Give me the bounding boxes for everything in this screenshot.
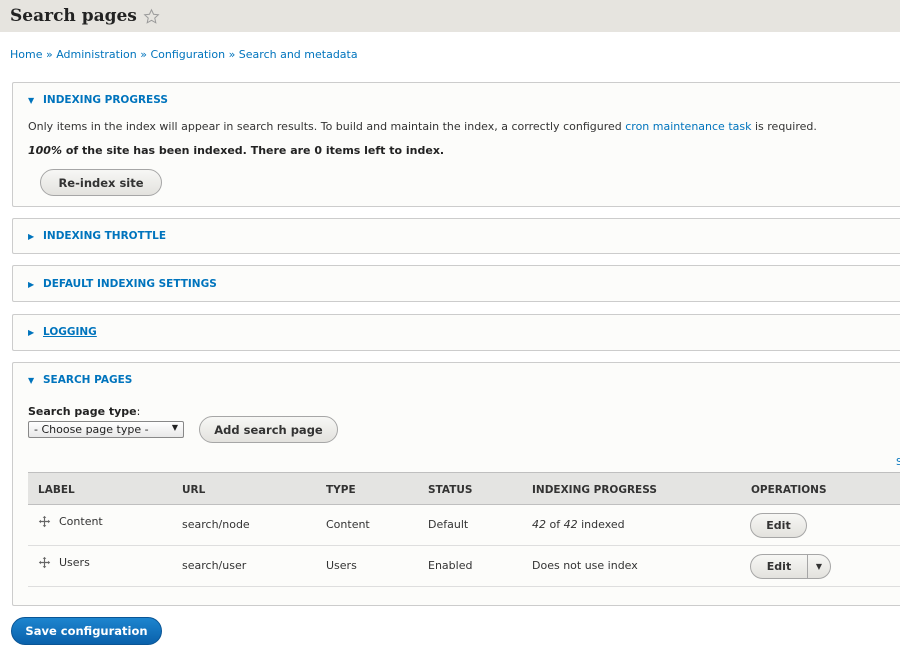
indexing-status: 100% of the site has been indexed. There… bbox=[28, 144, 444, 157]
row-url-link[interactable]: search/user bbox=[182, 559, 246, 572]
description-text: Only items in the index will appear in s… bbox=[28, 120, 626, 133]
indexing-progress-panel: ▼ INDEXING PROGRESS Only items in the in… bbox=[12, 82, 900, 207]
default-indexing-settings-toggle[interactable]: ▶ DEFAULT INDEXING SETTINGS bbox=[28, 278, 217, 290]
total-count: 42 bbox=[563, 518, 578, 531]
progress-suffix: indexed bbox=[577, 518, 625, 531]
edit-button[interactable]: Edit bbox=[751, 555, 808, 578]
column-label: LABEL bbox=[38, 484, 75, 496]
row-label-text: Content bbox=[59, 515, 103, 528]
breadcrumb-home[interactable]: Home bbox=[10, 48, 42, 61]
label-colon: : bbox=[136, 405, 141, 418]
show-row-weights-link[interactable]: S bbox=[896, 457, 900, 468]
indexed-status-text: of the site has been indexed. There are … bbox=[61, 144, 445, 157]
chevron-down-icon: ▼ bbox=[171, 423, 178, 432]
add-search-page-button[interactable]: Add search page bbox=[199, 416, 338, 443]
column-indexing-progress: INDEXING PROGRESS bbox=[532, 484, 657, 496]
search-pages-panel: ▼ SEARCH PAGES Search page type: - Choos… bbox=[12, 362, 900, 606]
indexing-progress-toggle[interactable]: ▼ INDEXING PROGRESS bbox=[28, 94, 168, 106]
page-title: Search pages bbox=[10, 6, 137, 26]
breadcrumb-administration[interactable]: Administration bbox=[56, 48, 137, 61]
column-status: STATUS bbox=[428, 484, 473, 496]
logging-panel: ▶ LOGGING bbox=[12, 314, 900, 351]
star-outline-icon[interactable] bbox=[143, 8, 160, 25]
row-url-link[interactable]: search/node bbox=[182, 518, 250, 531]
edit-dropbutton: Edit ▼ bbox=[750, 554, 831, 579]
triangle-right-icon: ▶ bbox=[28, 327, 35, 337]
logging-toggle[interactable]: ▶ LOGGING bbox=[28, 326, 97, 338]
breadcrumb-separator: » bbox=[45, 48, 53, 61]
edit-button[interactable]: Edit bbox=[750, 513, 807, 538]
search-page-type-label: Search page type: bbox=[28, 405, 140, 418]
indexing-throttle-panel: ▶ INDEXING THROTTLE bbox=[12, 218, 900, 254]
search-pages-toggle[interactable]: ▼ SEARCH PAGES bbox=[28, 374, 132, 386]
breadcrumb: Home » Administration » Configuration » … bbox=[10, 48, 358, 61]
indexing-description: Only items in the index will appear in s… bbox=[28, 120, 817, 133]
indexed-count: 42 bbox=[532, 518, 546, 531]
row-status: Enabled bbox=[428, 559, 473, 572]
row-indexing-progress: Does not use index bbox=[532, 559, 638, 572]
triangle-right-icon: ▶ bbox=[28, 279, 35, 289]
search-page-type-select[interactable]: - Choose page type - ▼ bbox=[28, 421, 184, 438]
search-pages-table: LABEL URL TYPE STATUS INDEXING PROGRESS … bbox=[28, 472, 900, 587]
page-header: Search pages bbox=[0, 0, 900, 32]
column-type: TYPE bbox=[326, 484, 356, 496]
select-value: - Choose page type - bbox=[34, 423, 149, 436]
default-indexing-settings-panel: ▶ DEFAULT INDEXING SETTINGS bbox=[12, 265, 900, 302]
row-label: Content bbox=[38, 515, 103, 528]
row-status: Default bbox=[428, 518, 469, 531]
chevron-down-icon[interactable]: ▼ bbox=[808, 562, 830, 571]
row-label: Users bbox=[38, 556, 90, 569]
save-configuration-button[interactable]: Save configuration bbox=[11, 617, 162, 645]
breadcrumb-configuration[interactable]: Configuration bbox=[150, 48, 225, 61]
triangle-down-icon: ▼ bbox=[28, 95, 35, 105]
row-indexing-progress: 42 of 42 indexed bbox=[532, 518, 625, 531]
column-operations: OPERATIONS bbox=[751, 484, 827, 496]
table-header: LABEL URL TYPE STATUS INDEXING PROGRESS … bbox=[28, 472, 900, 505]
logging-title: LOGGING bbox=[43, 326, 97, 338]
breadcrumb-separator: » bbox=[228, 48, 236, 61]
indexing-throttle-title: INDEXING THROTTLE bbox=[43, 230, 167, 242]
table-row: Content search/node Content Default 42 o… bbox=[28, 505, 900, 546]
breadcrumb-search-and-metadata[interactable]: Search and metadata bbox=[239, 48, 358, 61]
cron-maintenance-link[interactable]: cron maintenance task bbox=[625, 120, 751, 133]
indexing-progress-title: INDEXING PROGRESS bbox=[43, 94, 168, 106]
indexing-throttle-toggle[interactable]: ▶ INDEXING THROTTLE bbox=[28, 230, 166, 242]
description-text-end: is required. bbox=[751, 120, 817, 133]
drag-handle-icon[interactable] bbox=[38, 556, 51, 569]
default-indexing-settings-title: DEFAULT INDEXING SETTINGS bbox=[43, 278, 217, 290]
column-url: URL bbox=[182, 484, 206, 496]
row-type: Content bbox=[326, 518, 370, 531]
search-pages-title: SEARCH PAGES bbox=[43, 374, 133, 386]
progress-of: of bbox=[546, 518, 564, 531]
row-label-text: Users bbox=[59, 556, 90, 569]
triangle-right-icon: ▶ bbox=[28, 231, 35, 241]
search-page-type-label-text: Search page type bbox=[28, 405, 137, 418]
indexed-percent: 100% bbox=[28, 144, 62, 157]
row-type: Users bbox=[326, 559, 357, 572]
breadcrumb-separator: » bbox=[140, 48, 147, 61]
table-row: Users search/user Users Enabled Does not… bbox=[28, 546, 900, 587]
reindex-site-button[interactable]: Re-index site bbox=[40, 169, 162, 196]
drag-handle-icon[interactable] bbox=[38, 515, 51, 528]
triangle-down-icon: ▼ bbox=[28, 375, 35, 385]
